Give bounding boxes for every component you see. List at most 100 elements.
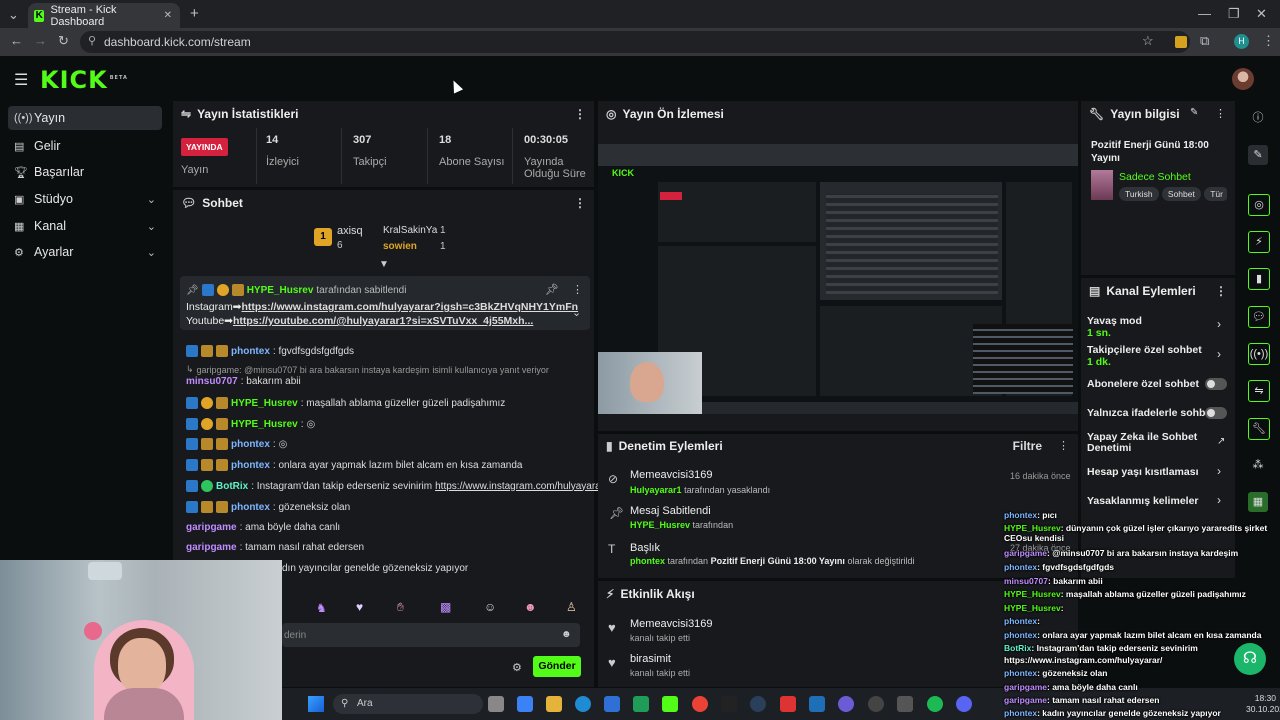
steam-icon[interactable] xyxy=(750,696,766,712)
taskbar-clock[interactable]: 18:3030.10.2025 xyxy=(1246,693,1280,715)
sidebar-item-ayarlar[interactable]: ⚙ Ayarlar ⌄ xyxy=(8,240,162,264)
chrome-icon[interactable] xyxy=(692,696,708,712)
chat-toggle-icon[interactable]: 💬︎ xyxy=(1248,306,1270,328)
emote-icon[interactable]: ☻ xyxy=(524,600,537,614)
chevron-right-icon[interactable]: › xyxy=(1217,317,1221,331)
browser-tab[interactable]: K Stream - Kick Dashboard ✕ xyxy=(28,3,180,28)
chat-message[interactable]: phontex: fgvdfsgdsfgdfgds xyxy=(186,345,354,357)
chat-message[interactable]: phontex: gözeneksiz olan xyxy=(186,501,350,513)
chat-input[interactable] xyxy=(282,623,580,647)
stats-toggle-icon[interactable]: ⇋ xyxy=(1248,380,1270,402)
gifter-name[interactable]: KralSakinYa xyxy=(383,225,437,236)
discord-icon[interactable] xyxy=(956,696,972,712)
more-icon[interactable]: ⋮ xyxy=(574,107,586,121)
extensions-puzzle-icon[interactable]: ⧉ xyxy=(1200,33,1209,49)
chevron-right-icon[interactable]: › xyxy=(1217,347,1221,361)
send-button[interactable]: Gönder xyxy=(533,656,581,677)
sidebar-item-gelir[interactable]: ▤ Gelir xyxy=(8,134,162,158)
activity-toggle-icon[interactable]: ⚡︎ xyxy=(1248,231,1270,253)
task-view-icon[interactable] xyxy=(488,696,504,712)
external-link-icon[interactable]: ↗ xyxy=(1217,436,1225,447)
add-widget-icon[interactable]: ▦ xyxy=(1248,492,1268,512)
chevron-right-icon[interactable]: › xyxy=(1217,493,1221,507)
chat-message[interactable]: HYPE_Husrev: ◎ xyxy=(186,418,315,430)
app-icon[interactable] xyxy=(780,696,796,712)
chat-message[interactable]: dın yayıncılar genelde gözeneksiz yapıyo… xyxy=(282,563,468,574)
tag-chip[interactable]: Tür xyxy=(1204,187,1227,201)
chat-message[interactable]: HYPE_Husrev: maşallah ablama güzeller gü… xyxy=(186,397,505,409)
maximize-icon[interactable]: ❐ xyxy=(1228,6,1240,22)
subs-only-toggle[interactable] xyxy=(1205,378,1227,390)
broadcast-toggle-icon[interactable]: ((•)) xyxy=(1248,343,1270,365)
preview-toggle-icon[interactable]: ◎ xyxy=(1248,194,1270,216)
app-icon[interactable] xyxy=(838,696,854,712)
sidebar-item-yayin[interactable]: ((•)) Yayın xyxy=(8,106,162,130)
emote-icon[interactable]: ☺ xyxy=(484,600,496,614)
gifter-name[interactable]: sowien xyxy=(383,241,417,252)
chat-settings-gear-icon[interactable]: ⚙ xyxy=(512,661,522,674)
info-icon[interactable]: ⓘ xyxy=(1248,108,1268,128)
sidebar-item-kanal[interactable]: ▦ Kanal ⌄ xyxy=(8,214,162,238)
chat-message[interactable]: minsu0707: bakarım abii xyxy=(186,376,301,387)
hamburger-menu-icon[interactable]: ☰ xyxy=(14,70,28,90)
site-info-icon[interactable]: ⚲ xyxy=(88,34,96,47)
mod-item-title[interactable]: Başlık xyxy=(630,542,660,554)
collapse-icon[interactable]: ▼ xyxy=(379,259,389,270)
category-name[interactable]: Sadece Sohbet xyxy=(1119,171,1191,183)
mod-item-title[interactable]: Memeavcisi3169 xyxy=(630,469,713,481)
mod-item-title[interactable]: Mesaj Sabitlendi xyxy=(630,505,711,517)
emote-icon[interactable]: ♞ xyxy=(316,601,327,615)
edit-icon[interactable]: ✎ xyxy=(1248,145,1268,165)
edge-icon[interactable] xyxy=(575,696,591,712)
activity-user[interactable]: Memeavcisi3169 xyxy=(630,618,713,630)
kick-app-icon[interactable] xyxy=(662,696,678,712)
slow-mode-row[interactable]: Yavaş mod 1 sn. xyxy=(1087,315,1227,339)
more-icon[interactable]: ⋮ xyxy=(1215,107,1226,120)
filter-button[interactable]: Filtre xyxy=(1013,439,1042,453)
more-icon[interactable]: ⋮ xyxy=(1215,284,1227,298)
unpin-icon[interactable]: 📌︎ xyxy=(545,283,559,296)
moderation-toggle-icon[interactable]: ▮ xyxy=(1248,268,1270,290)
chat-message[interactable]: garipgame: tamam nasıl rahat edersen xyxy=(186,542,364,553)
back-icon[interactable]: ← xyxy=(10,33,23,48)
emote-icon[interactable]: ✋︎ xyxy=(397,600,404,615)
obs-icon[interactable] xyxy=(868,696,884,712)
kick-logo[interactable]: KICK BETA xyxy=(40,66,128,94)
category-thumbnail[interactable] xyxy=(1091,170,1113,200)
chat-message[interactable]: phontex: onlara ayar yapmak lazım bilet … xyxy=(186,459,522,471)
age-restrict-row[interactable]: Hesap yaşı kısıtlaması xyxy=(1087,466,1227,478)
epic-games-icon[interactable] xyxy=(721,696,737,712)
emotes-only-toggle[interactable] xyxy=(1205,407,1227,419)
emote-icon[interactable]: ▩ xyxy=(440,600,451,614)
tag-chip[interactable]: Turkish xyxy=(1119,187,1159,201)
forward-icon[interactable]: → xyxy=(34,33,47,48)
gifter-name[interactable]: axisq xyxy=(337,225,363,237)
close-window-icon[interactable]: ✕ xyxy=(1256,6,1267,22)
bookmark-star-icon[interactable]: ☆ xyxy=(1142,33,1154,49)
chrome-menu-icon[interactable]: ⋮ xyxy=(1262,33,1275,49)
sidebar-item-basarilar[interactable]: 🏆︎ Başarılar xyxy=(8,160,162,184)
emoji-picker-icon[interactable]: ☻ xyxy=(561,629,572,640)
bot-link[interactable]: https://www.instagram.com/hulyayarar/ xyxy=(435,481,607,492)
chat-message[interactable]: garipgame: ama böyle daha canlı xyxy=(186,522,340,533)
profile-avatar[interactable]: H xyxy=(1234,34,1249,49)
wrench-toggle-icon[interactable]: 🔧︎ xyxy=(1248,418,1270,440)
tab-search-icon[interactable]: ⌄ xyxy=(8,7,19,23)
ai-moderation-row[interactable]: Yapay Zeka ile Sohbet Denetimi xyxy=(1087,432,1207,454)
sidebar-item-studyo[interactable]: ▣ Stüdyo ⌄ xyxy=(8,187,162,211)
spotify-icon[interactable] xyxy=(927,696,943,712)
file-explorer-icon[interactable] xyxy=(546,696,562,712)
expand-chevron-icon[interactable]: ⌄ xyxy=(572,306,581,319)
pinned-more-icon[interactable]: ⋮ xyxy=(572,283,583,296)
extension-icon[interactable] xyxy=(1175,36,1187,48)
app-icon[interactable] xyxy=(809,696,825,712)
app-icon[interactable] xyxy=(897,696,913,712)
windows-start-icon[interactable] xyxy=(308,696,324,712)
chat-message[interactable]: BotRix: Instagram'dan takip ederseniz se… xyxy=(186,480,607,492)
banned-words-row[interactable]: Yasaklanmış kelimeler xyxy=(1087,495,1227,507)
close-tab-icon[interactable]: ✕ xyxy=(164,10,172,21)
copilot-icon[interactable] xyxy=(517,696,533,712)
more-icon[interactable]: ⋮ xyxy=(1058,439,1069,452)
tag-chip[interactable]: Sohbet xyxy=(1161,187,1201,201)
chevron-right-icon[interactable]: › xyxy=(1217,464,1221,478)
